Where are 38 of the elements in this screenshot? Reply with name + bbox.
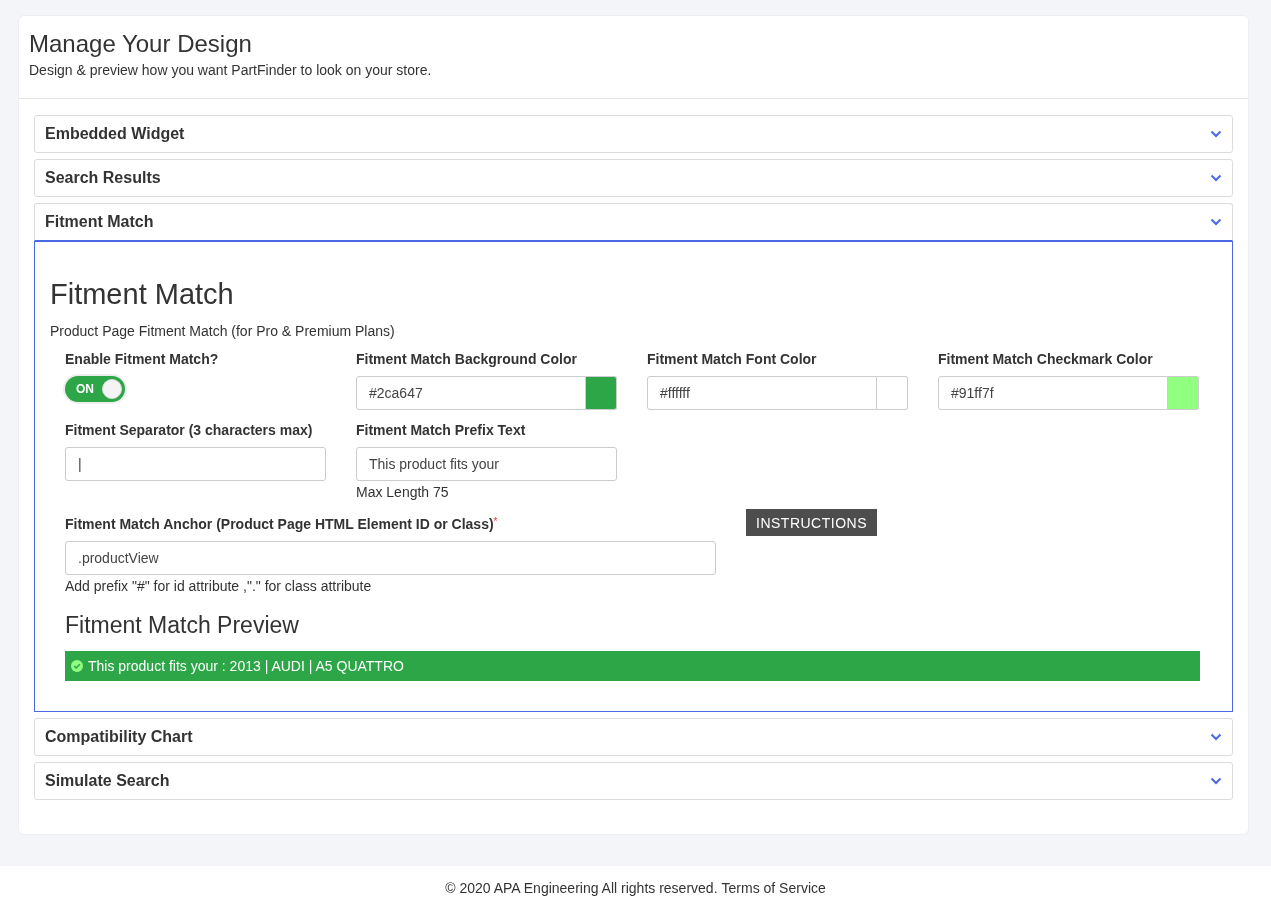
page-subtitle: Design & preview how you want PartFinder to look on your store. xyxy=(29,62,433,78)
accordion-header[interactable]: Fitment Match xyxy=(34,203,1233,241)
check-circle-icon xyxy=(71,660,83,672)
chevron-down-icon xyxy=(1210,777,1222,785)
accordion-header[interactable]: Simulate Search xyxy=(34,762,1233,800)
chevron-down-icon xyxy=(1210,218,1222,226)
chevron-down-icon xyxy=(1210,733,1222,741)
field-label: Fitment Match Prefix Text xyxy=(356,422,527,438)
color-swatch[interactable] xyxy=(586,376,617,410)
field-hint: Max Length 75 xyxy=(356,484,450,500)
color-swatch[interactable] xyxy=(877,376,908,410)
preview-text: This product fits your : 2013 | AUDI | A5 QUATTRO xyxy=(88,658,404,674)
input-field[interactable]: .productView xyxy=(65,541,716,575)
panel-subheading: Product Page Fitment Match (for Pro & Premium Plans) xyxy=(50,323,396,339)
chevron-down-icon xyxy=(1210,174,1222,182)
input-field[interactable]: This product fits your xyxy=(356,447,617,481)
chevron-down-icon xyxy=(1210,130,1222,138)
accordion-header[interactable]: Embedded Widget xyxy=(34,115,1233,153)
field-label: Enable Fitment Match? xyxy=(65,351,220,367)
accordion-header[interactable]: Search Results xyxy=(34,159,1233,197)
instructions-button[interactable]: INSTRUCTIONS xyxy=(746,509,877,536)
input-field[interactable]: | xyxy=(65,447,326,481)
field-label: Fitment Match Anchor (Product Page HTML Element ID or Class)* xyxy=(65,516,499,532)
page-title: Manage Your Design xyxy=(29,30,253,58)
accordion-header[interactable]: Compatibility Chart xyxy=(34,718,1233,756)
color-input-field[interactable]: #91ff7f xyxy=(938,376,1168,410)
field-label: Fitment Separator (3 characters max) xyxy=(65,422,314,438)
color-input-field[interactable]: #2ca647 xyxy=(356,376,586,410)
field-label: Fitment Match Checkmark Color xyxy=(938,351,1154,367)
field-hint: Add prefix "#" for id attribute ,"." for class attribute xyxy=(65,578,373,594)
copyright-text: © 2020 APA Engineering All rights reserved. xyxy=(445,880,718,896)
color-input-field[interactable]: #ffffff xyxy=(647,376,877,410)
color-swatch[interactable] xyxy=(1168,376,1199,410)
terms-link[interactable]: Terms of Service xyxy=(721,880,826,896)
preview-heading: Fitment Match Preview xyxy=(65,612,300,639)
field-label: Fitment Match Background Color xyxy=(356,351,578,367)
field-label: Fitment Match Font Color xyxy=(647,351,818,367)
panel-heading: Fitment Match xyxy=(50,278,235,311)
